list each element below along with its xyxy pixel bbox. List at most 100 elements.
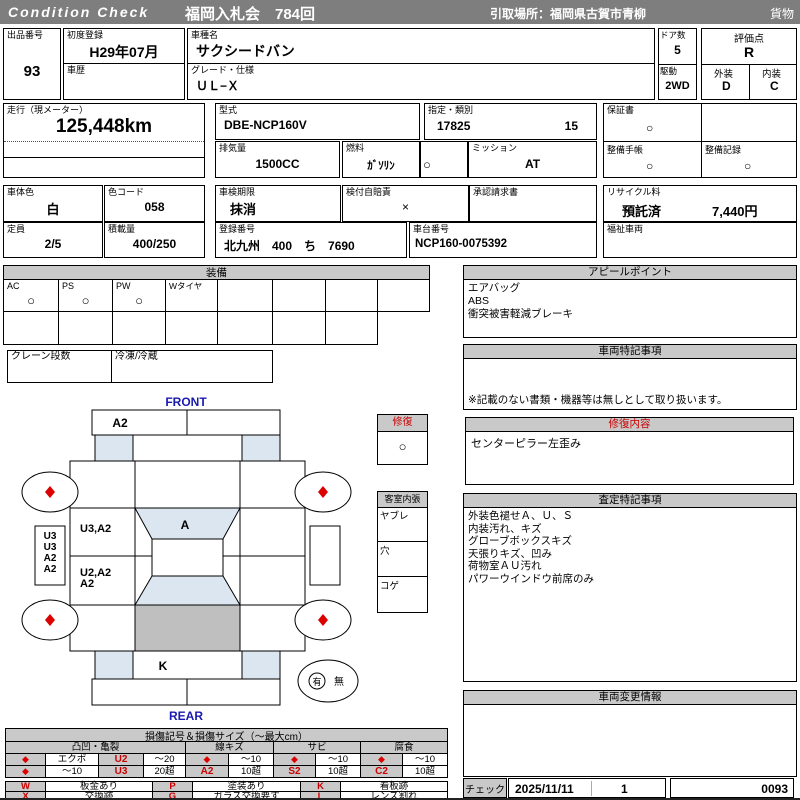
chassis-label: 車台番号 <box>413 224 450 234</box>
interior-label: 内装 <box>762 69 782 80</box>
assessment-items: 外装色褪せＡ、Ｕ、Ｓ 内装汚れ、キズ グローブボックスキズ 天張りキズ、凹み 荷… <box>468 510 594 585</box>
service-book-label: 整備手帳 <box>607 145 644 155</box>
score-cell: 評価点 R 外装 D 内装 C <box>701 28 797 100</box>
exterior-label: 外装 <box>714 69 734 80</box>
history-cell: 車歴 <box>63 63 185 100</box>
refrigeration-cell: 冷凍/冷蔵 <box>111 350 273 383</box>
interior-grade: C <box>770 79 779 93</box>
assessment-title: 査定特記事項 <box>464 494 796 508</box>
model-code-label: 型式 <box>219 105 238 115</box>
check-date-cell: 2025/11/11 1 <box>508 778 666 798</box>
appeal-items: エアバッグ ABS 衝突被害軽減ブレーキ <box>468 282 573 321</box>
fuel-cell: 燃料 ｶﾞｿﾘﾝ <box>342 141 420 178</box>
body-color-cell: 車体色 白 <box>3 185 103 222</box>
doors-label: ドア数 <box>660 30 686 40</box>
auction-title: 福岡入札会 784回 <box>185 6 316 23</box>
presence-yes: 有 <box>312 676 321 687</box>
check-revision: 1 <box>621 782 628 796</box>
exterior-grade: D <box>722 79 731 93</box>
assessment-item: パワーウインドウ前席のみ <box>468 572 594 585</box>
equipment-cell-empty <box>272 311 326 345</box>
category-badge: 貨物 <box>769 7 794 21</box>
transmission-cell: ミッション AT <box>468 141 597 178</box>
service-book-value: ○ <box>646 159 654 173</box>
equipment-value: ○ <box>135 293 143 308</box>
legend-cell: 10超 <box>402 765 448 778</box>
assessment-item: 荷物室ＡＵ汚れ <box>468 560 542 572</box>
assessment-item: グローブボックスキズ <box>468 535 573 547</box>
score-label: 評価点 <box>734 34 764 45</box>
crane-label: クレーン段数 <box>11 351 71 362</box>
transmission-value: AT <box>524 157 541 171</box>
presence-ellipse <box>297 659 359 703</box>
header-bar: Condition Check 福岡入札会 784回 引取場所：福岡県古賀市青柳… <box>0 0 800 24</box>
inspection-cell: 車検期限 抹消 <box>215 185 341 222</box>
mileage-cell: 走行（現メーター） 125,448km <box>3 103 205 178</box>
first-registration-label: 初度登録 <box>67 30 104 40</box>
recycle-status: 預託済 <box>622 204 662 219</box>
condition-check-sheet: Condition Check 福岡入札会 784回 引取場所：福岡県古賀市青柳… <box>0 0 800 800</box>
divider <box>659 64 696 65</box>
left-sill-mark: A2 <box>44 553 57 564</box>
color-code-value: 058 <box>144 200 165 214</box>
equipment-label: PW <box>116 281 131 291</box>
rear-corner-left <box>94 650 134 680</box>
equipment-cell-empty <box>325 279 378 312</box>
windshield-mark: A <box>181 518 190 532</box>
refrigeration-label: 冷凍/冷蔵 <box>115 351 158 362</box>
divider <box>604 141 796 142</box>
drive-value: 2WD <box>665 80 690 92</box>
recycle-cell: リサイクル料 預託済 7,440円 <box>603 185 797 222</box>
capacity-value: 2/5 <box>44 237 62 251</box>
body-color-label: 車体色 <box>7 187 35 197</box>
cabin-title: 客室内張 <box>378 492 427 508</box>
appeal-title: アピールポイント <box>464 266 796 280</box>
displacement-value: 1500CC <box>255 157 300 171</box>
registration-label: 登録番号 <box>219 224 256 234</box>
change-info-panel: 車両変更情報 <box>463 690 797 777</box>
capacity-cell: 定員 2/5 <box>3 222 103 258</box>
equipment-label: Wタイヤ <box>169 281 203 291</box>
rear-bumper <box>91 678 281 706</box>
legend-cell: 10超 <box>315 765 361 778</box>
repair-mark: ○ <box>398 439 407 454</box>
model-name-cell: 車種名 サクシードバン <box>187 28 655 64</box>
left-sill-mark: U3 <box>44 531 57 542</box>
divider <box>4 157 204 158</box>
designation-cell: 指定・類別 17825 15 <box>424 103 597 140</box>
presence-no: 無 <box>334 675 344 688</box>
cabin-hole-label: 穴 <box>380 546 390 557</box>
front-label: FRONT <box>165 395 207 409</box>
score-value: R <box>743 44 755 60</box>
transmission-label: ミッション <box>472 143 518 153</box>
cabin-burn-label: コゲ <box>380 581 400 592</box>
front-corner-left <box>94 434 134 462</box>
color-code-label: 色コード <box>108 187 145 197</box>
mileage-value: 125,448km <box>55 116 153 137</box>
first-registration-cell: 初度登録 H29年07月 <box>63 28 185 64</box>
approval-cell: 承認請求書 <box>469 185 597 222</box>
chassis-cell: 車台番号 NCP160-0075392 <box>409 222 597 258</box>
insurance-label: 検付自賠責 <box>346 187 392 197</box>
inspection-label: 車検期限 <box>219 187 256 197</box>
rear-panel-mark: K <box>159 659 168 673</box>
repair-box: 修復 ○ <box>377 414 428 465</box>
car-damage-diagram: FRONT A2 A U3,A2 U2,A2 A2 K REAR U3 U3 A… <box>21 395 359 723</box>
change-info-title: 車両変更情報 <box>464 691 796 705</box>
legend-code-a2: A2 <box>185 765 229 778</box>
roof-panel <box>151 538 224 577</box>
appeal-item: エアバッグ <box>468 282 521 294</box>
model-name-label: 車種名 <box>191 30 219 40</box>
equipment-cell-empty <box>272 279 326 312</box>
displacement-label: 排気量 <box>219 143 247 153</box>
welfare-label: 福祉車両 <box>607 224 644 234</box>
equipment-cell-ps: PS ○ <box>58 279 113 312</box>
appeal-item: 衝突被害軽減ブレーキ <box>468 308 573 320</box>
right-sill-box <box>309 525 341 586</box>
equipment-header: 装備 <box>3 265 430 280</box>
recycle-fee: 7,440円 <box>712 204 758 219</box>
color-code-cell: 色コード 058 <box>104 185 205 222</box>
equipment-cell-empty <box>58 311 113 345</box>
legend-code-c2: C2 <box>360 765 403 778</box>
assessment-item: 天張りキズ、凹み <box>468 547 552 560</box>
